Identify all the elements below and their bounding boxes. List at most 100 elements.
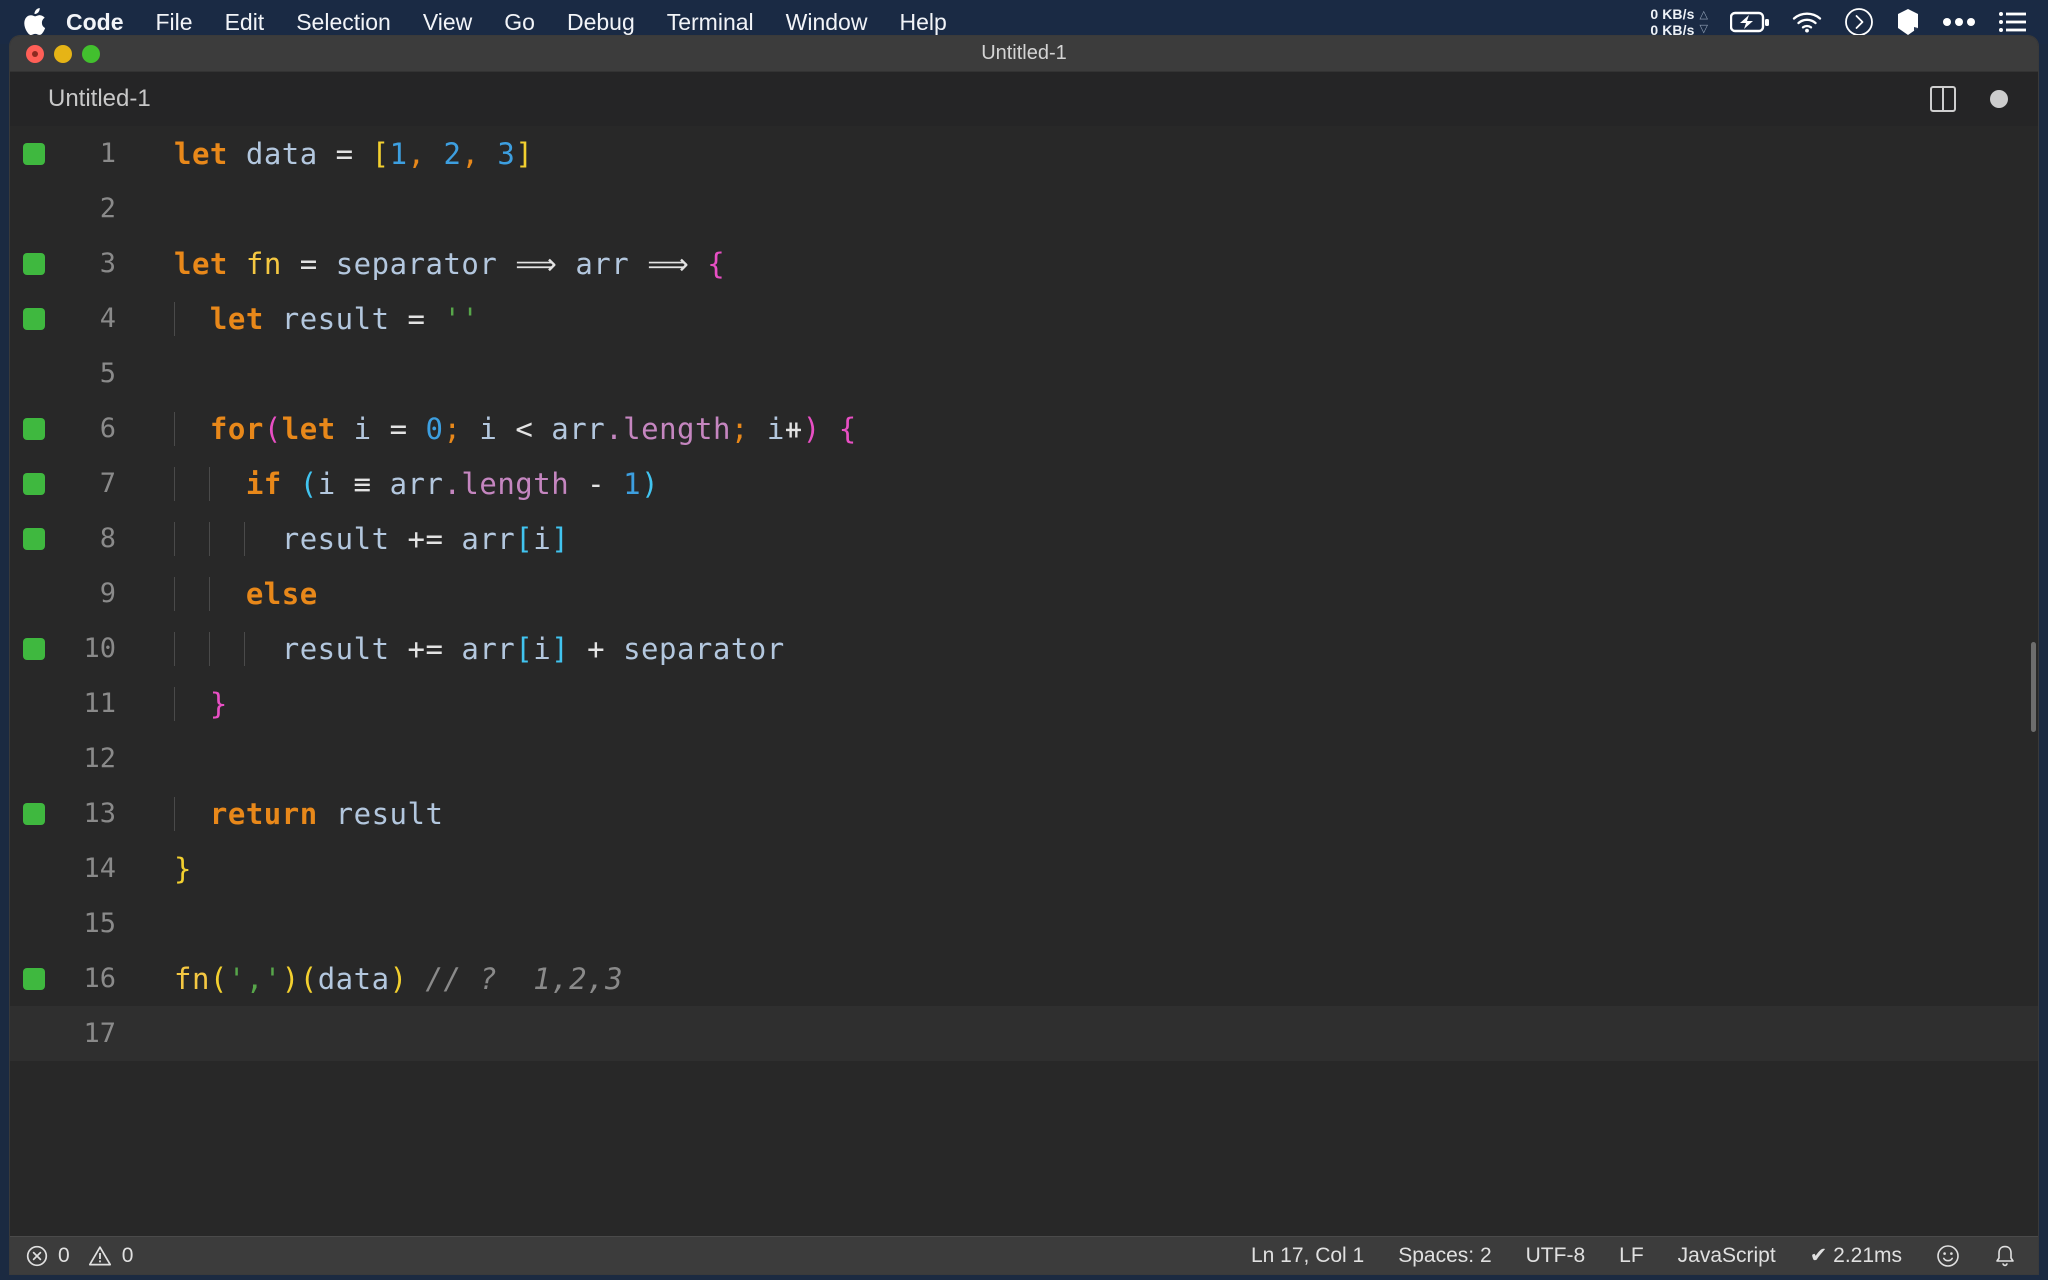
- code-line[interactable]: 9 else: [10, 566, 2038, 621]
- editor-vertical-scrollbar[interactable]: [2024, 126, 2038, 1236]
- code-line-text[interactable]: if (i ≡ arr.length - 1): [130, 466, 2038, 501]
- code-editor[interactable]: 1 let data = [1, 2, 3] 2 3 let fn = separato…: [10, 126, 2038, 1236]
- code-line[interactable]: 11 }: [10, 676, 2038, 731]
- cursor-position[interactable]: Ln 17, Col 1: [1251, 1244, 1364, 1268]
- line-number: 4: [99, 303, 116, 334]
- gutter-marker[interactable]: [10, 417, 58, 440]
- split-editor-icon[interactable]: [1930, 86, 1956, 112]
- code-line[interactable]: 14}: [10, 841, 2038, 896]
- quokka-live-marker-icon: [23, 307, 45, 330]
- code-line-text[interactable]: else: [130, 576, 2038, 611]
- minimize-button[interactable]: [54, 44, 72, 63]
- menubar-tray: 0 KB/s 0 KB/s △ ▽: [1650, 6, 2048, 38]
- code-line[interactable]: 7 if (i ≡ arr.length - 1): [10, 456, 2038, 511]
- line-number: 13: [83, 798, 116, 829]
- quokka-live-marker-icon: [23, 527, 45, 550]
- code-line[interactable]: 12: [10, 731, 2038, 786]
- code-line[interactable]: 4 let result = '': [10, 291, 2038, 346]
- code-line-text[interactable]: return result: [130, 796, 2038, 831]
- ellipsis-icon[interactable]: [1942, 17, 1976, 27]
- gutter-marker[interactable]: [10, 967, 58, 990]
- unsaved-dot-icon[interactable]: [1990, 90, 2008, 108]
- tab-untitled-1[interactable]: Untitled-1: [10, 85, 151, 113]
- indentation-setting[interactable]: Spaces: 2: [1398, 1244, 1491, 1268]
- quokka-live-marker-icon: [23, 142, 45, 165]
- code-line[interactable]: 13 return result: [10, 786, 2038, 841]
- line-number: 5: [99, 358, 116, 389]
- line-number: 8: [99, 523, 116, 554]
- download-arrow-icon: ▽: [1699, 22, 1708, 35]
- code-line[interactable]: 5: [10, 346, 2038, 401]
- code-line-text[interactable]: }: [130, 852, 2038, 886]
- line-number: 6: [99, 413, 116, 444]
- line-number: 9: [99, 578, 116, 609]
- wifi-icon[interactable]: [1792, 11, 1822, 33]
- line-number: 2: [99, 193, 116, 224]
- status-bar-left: 0 0: [10, 1244, 133, 1268]
- network-speed-indicator[interactable]: 0 KB/s 0 KB/s △ ▽: [1650, 6, 1708, 38]
- indent-guide: [174, 411, 175, 446]
- line-number: 1: [99, 138, 116, 169]
- code-line[interactable]: 16 fn(',')(data) // ? 1,2,3: [10, 951, 2038, 1006]
- code-line-text[interactable]: fn(',')(data) // ? 1,2,3: [130, 962, 2038, 996]
- cube-icon[interactable]: [1896, 8, 1920, 36]
- language-mode[interactable]: JavaScript: [1678, 1244, 1776, 1268]
- maximize-button[interactable]: [82, 44, 100, 63]
- code-line-text[interactable]: let fn = separator ⟹ arr ⟹ {: [130, 247, 2038, 281]
- indent-guide: [174, 576, 175, 611]
- code-line-text[interactable]: result += arr[i]: [130, 521, 2038, 556]
- battery-charging-icon[interactable]: [1730, 11, 1770, 33]
- code-line[interactable]: 3 let fn = separator ⟹ arr ⟹ {: [10, 236, 2038, 291]
- indent-guide: [174, 521, 175, 556]
- indent-guide: [244, 631, 245, 666]
- warning-count[interactable]: 0: [122, 1244, 134, 1268]
- smiley-icon[interactable]: [1936, 1244, 1960, 1268]
- quokka-live-marker-icon: [23, 637, 45, 660]
- code-rows: 1 let data = [1, 2, 3] 2 3 let fn = separato…: [10, 126, 2038, 1061]
- bell-icon[interactable]: [1994, 1244, 2016, 1268]
- code-line[interactable]: 15: [10, 896, 2038, 951]
- network-upload-speed: 0 KB/s: [1650, 5, 1695, 22]
- gutter-marker[interactable]: [10, 472, 58, 495]
- code-line-text[interactable]: let result = '': [130, 301, 2038, 336]
- code-line-text[interactable]: for(let i = 0; i < arr.length; i⧺) {: [130, 411, 2038, 446]
- line-number: 10: [83, 633, 116, 664]
- line-number: 12: [83, 743, 116, 774]
- encoding-setting[interactable]: UTF-8: [1526, 1244, 1586, 1268]
- chevron-right-circle-icon[interactable]: [1844, 7, 1874, 37]
- gutter-marker[interactable]: [10, 802, 58, 825]
- code-line[interactable]: 8 result += arr[i]: [10, 511, 2038, 566]
- code-line[interactable]: 6 for(let i = 0; i < arr.length; i⧺) {: [10, 401, 2038, 456]
- list-icon[interactable]: [1998, 10, 2026, 34]
- gutter-marker[interactable]: [10, 307, 58, 330]
- code-line-text[interactable]: }: [130, 686, 2038, 721]
- warning-triangle-icon[interactable]: [88, 1245, 112, 1267]
- eol-setting[interactable]: LF: [1619, 1244, 1644, 1268]
- gutter-marker[interactable]: [10, 527, 58, 550]
- quokka-timing[interactable]: ✔ 2.21ms: [1810, 1243, 1902, 1268]
- code-line[interactable]: 17: [10, 1006, 2038, 1061]
- line-number: 3: [99, 248, 116, 279]
- code-line-text[interactable]: result += arr[i] + separator: [130, 631, 2038, 666]
- line-number: 17: [83, 1018, 116, 1049]
- code-line[interactable]: 2: [10, 181, 2038, 236]
- indent-guide: [209, 466, 210, 501]
- apple-logo-icon[interactable]: [0, 8, 50, 36]
- indent-guide: [244, 521, 245, 556]
- unsaved-indicator: [32, 50, 38, 57]
- code-line[interactable]: 10 result += arr[i] + separator: [10, 621, 2038, 676]
- window-titlebar: Untitled-1: [10, 36, 2038, 72]
- upload-arrow-icon: △: [1699, 9, 1708, 22]
- gutter-marker[interactable]: [10, 142, 58, 165]
- gutter-marker[interactable]: [10, 637, 58, 660]
- error-circle-icon[interactable]: [26, 1245, 48, 1267]
- code-line-text[interactable]: let data = [1, 2, 3]: [130, 137, 2038, 171]
- quokka-live-marker-icon: [23, 252, 45, 275]
- quokka-live-marker-icon: [23, 967, 45, 990]
- error-count[interactable]: 0: [58, 1244, 70, 1268]
- close-button[interactable]: [26, 44, 44, 63]
- line-number: 11: [83, 688, 116, 719]
- scrollbar-thumb[interactable]: [2031, 642, 2036, 732]
- code-line[interactable]: 1 let data = [1, 2, 3]: [10, 126, 2038, 181]
- gutter-marker[interactable]: [10, 252, 58, 275]
